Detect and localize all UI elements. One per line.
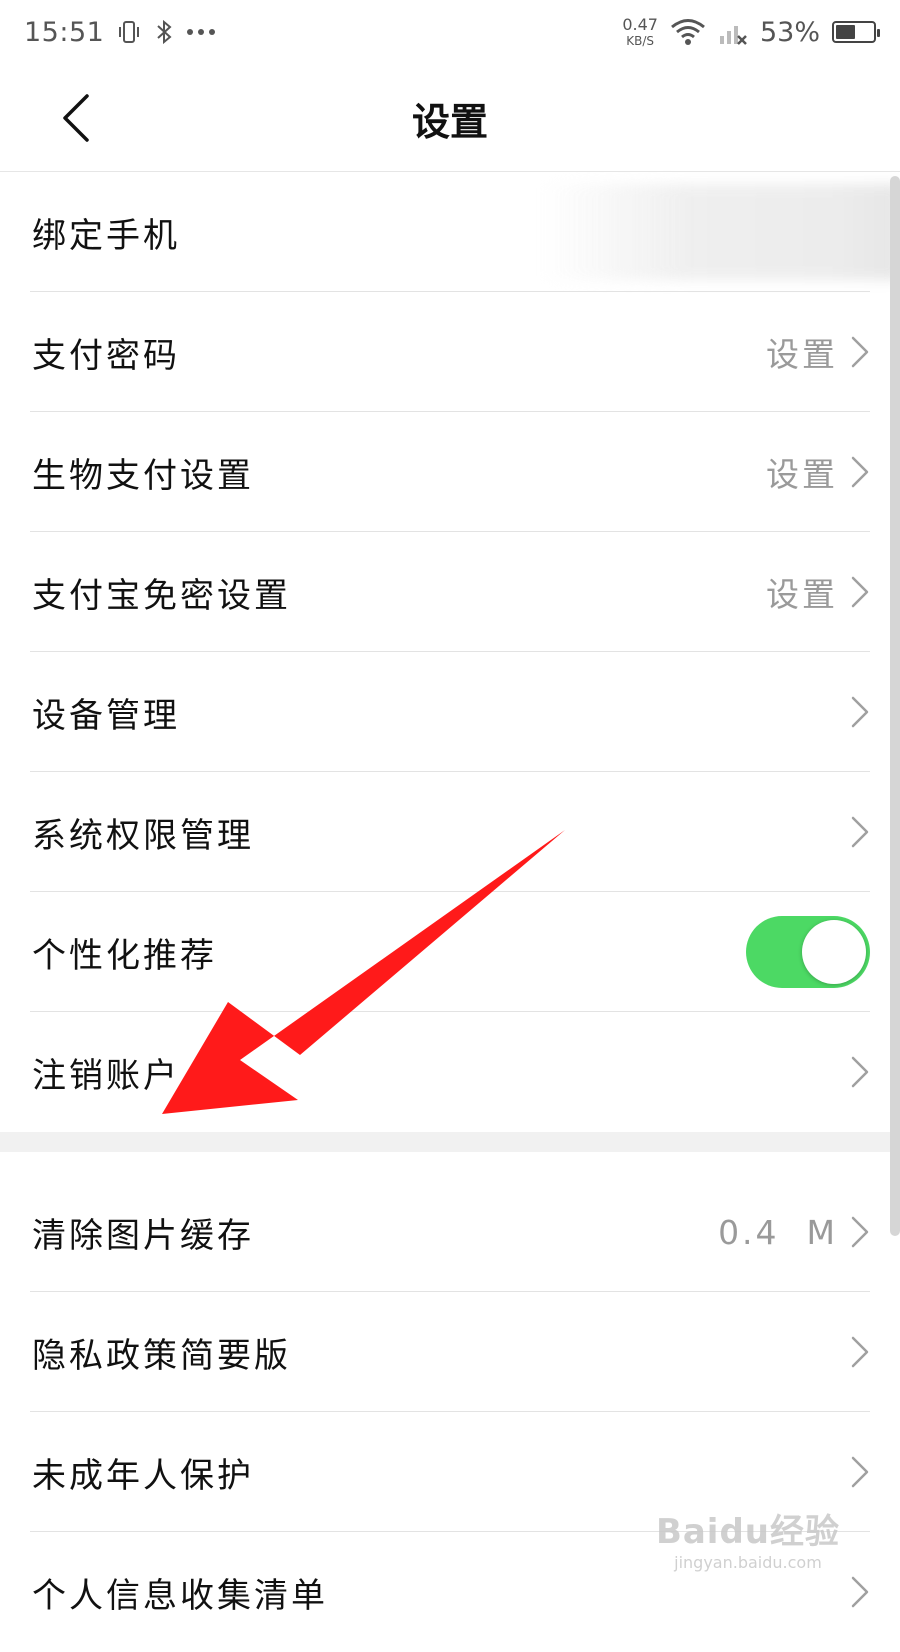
- setting-row-payment-password[interactable]: 支付密码 设置: [0, 292, 900, 412]
- status-left: 15:51: [24, 17, 216, 48]
- network-speed: 0.47 KB/S: [622, 15, 658, 48]
- vibrate-icon: [116, 19, 142, 45]
- scrollbar[interactable]: [890, 176, 900, 1236]
- wifi-icon: [670, 18, 706, 46]
- setting-label: 个人信息收集清单: [32, 1575, 328, 1616]
- settings-group-account: 绑定手机 支付密码 设置 生物支付设置 设置 支付宝免密设置 设置 设备管理 系…: [0, 172, 900, 1132]
- chevron-right-icon: [850, 695, 870, 729]
- setting-row-privacy-policy-brief[interactable]: 隐私政策简要版: [0, 1292, 900, 1412]
- setting-label: 系统权限管理: [32, 815, 254, 856]
- cellular-signal-icon: [718, 18, 748, 46]
- setting-row-alipay-no-password[interactable]: 支付宝免密设置 设置: [0, 532, 900, 652]
- setting-value: 设置: [766, 335, 838, 374]
- chevron-right-icon: [850, 815, 870, 849]
- battery-icon: [832, 21, 880, 43]
- setting-row-biometric-payment[interactable]: 生物支付设置 设置: [0, 412, 900, 532]
- setting-value: 设置: [766, 455, 838, 494]
- network-speed-value: 0.47: [622, 15, 658, 34]
- bluetooth-icon: [154, 19, 174, 45]
- battery-percent: 53%: [759, 16, 820, 48]
- setting-label: 生物支付设置: [32, 455, 254, 496]
- chevron-right-icon: [850, 335, 870, 369]
- setting-label: 清除图片缓存: [32, 1215, 254, 1256]
- chevron-right-icon: [850, 1335, 870, 1369]
- setting-label: 设备管理: [32, 695, 180, 736]
- setting-row-cancel-account[interactable]: 注销账户: [0, 1012, 900, 1132]
- network-speed-unit: KB/S: [626, 34, 655, 48]
- setting-label: 支付宝免密设置: [32, 575, 291, 616]
- setting-label: 未成年人保护: [32, 1455, 254, 1496]
- setting-label: 个性化推荐: [32, 935, 217, 976]
- toggle-knob: [802, 920, 866, 984]
- chevron-right-icon: [850, 1575, 870, 1609]
- personalized-recommendation-toggle[interactable]: [746, 916, 870, 988]
- section-divider: [0, 1132, 900, 1152]
- setting-row-system-permissions[interactable]: 系统权限管理: [0, 772, 900, 892]
- setting-row-device-management[interactable]: 设备管理: [0, 652, 900, 772]
- setting-row-clear-image-cache[interactable]: 清除图片缓存 0.4 M: [0, 1172, 900, 1292]
- setting-value: 设置: [766, 575, 838, 614]
- status-right: 0.47 KB/S 53%: [622, 15, 880, 48]
- watermark-brand: Baidu经验: [655, 1512, 840, 1552]
- page-title: 设置: [411, 99, 488, 144]
- watermark-url: jingyan.baidu.com: [674, 1553, 822, 1572]
- setting-label: 支付密码: [32, 335, 180, 376]
- blurred-phone-number: [540, 184, 900, 280]
- cache-size-value: 0.4 M: [718, 1212, 838, 1252]
- chevron-right-icon: [850, 1055, 870, 1089]
- more-dots-icon: [186, 27, 216, 37]
- baidu-jingyan-watermark: Baidu经验 jingyan.baidu.com: [656, 1504, 840, 1572]
- status-time: 15:51: [24, 16, 105, 48]
- app-header: 设置: [0, 64, 900, 172]
- chevron-right-icon: [850, 1455, 870, 1489]
- chevron-right-icon: [850, 575, 870, 609]
- chevron-right-icon: [850, 455, 870, 489]
- status-bar: 15:51 0.47 KB/S 53%: [0, 0, 900, 64]
- chevron-right-icon: [850, 1215, 870, 1249]
- setting-row-personalized-recommendation: 个性化推荐: [0, 892, 900, 1012]
- settings-group-misc: 清除图片缓存 0.4 M 隐私政策简要版 未成年人保护 个人信息收集清单: [0, 1172, 900, 1652]
- battery-level: [836, 25, 856, 39]
- setting-row-bind-phone[interactable]: 绑定手机: [0, 172, 900, 292]
- setting-label: 隐私政策简要版: [32, 1335, 291, 1376]
- setting-label: 注销账户: [32, 1055, 180, 1096]
